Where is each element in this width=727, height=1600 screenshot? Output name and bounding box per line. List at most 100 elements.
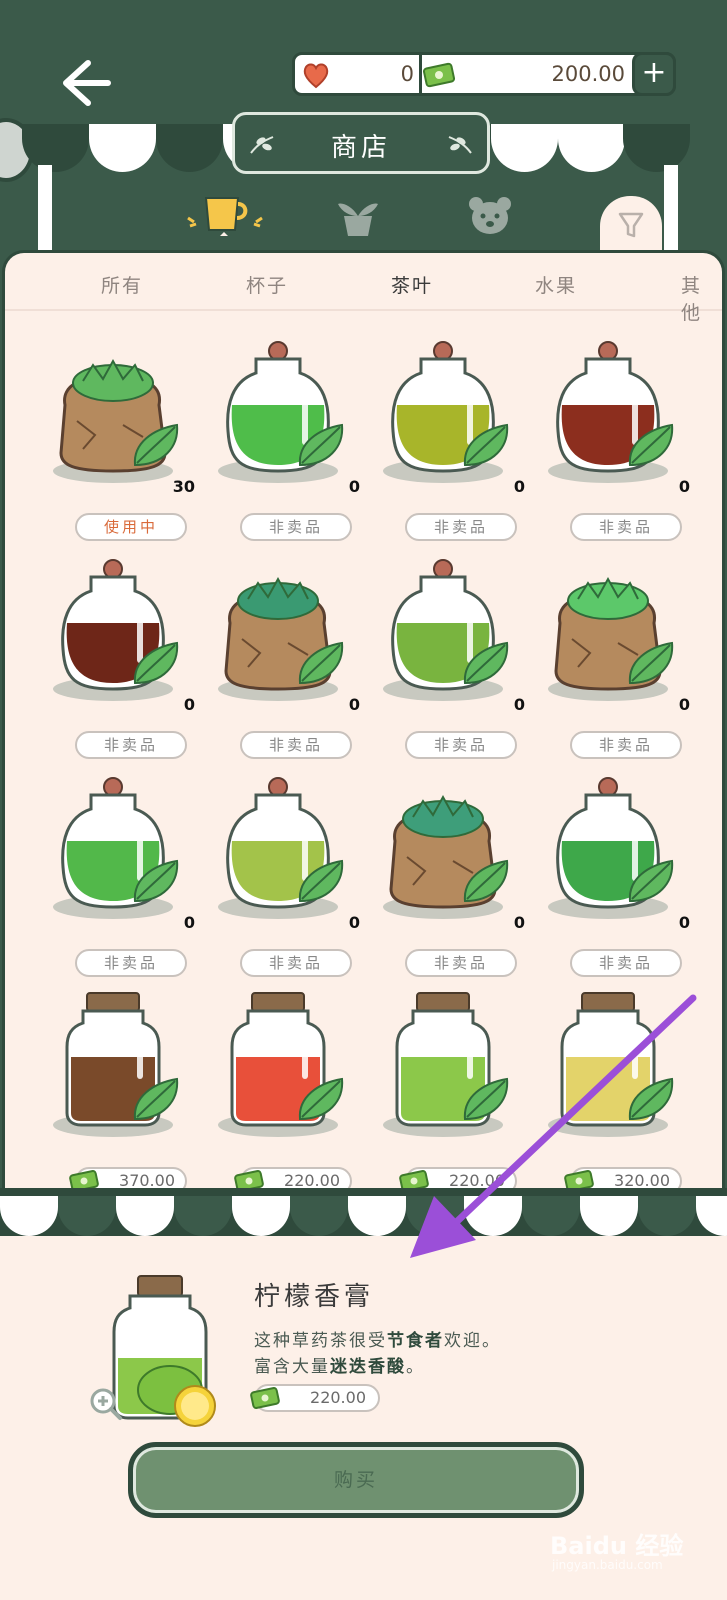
item-count: 0 — [678, 695, 690, 714]
money-count: 200.00 — [551, 62, 625, 86]
awning-stripe — [580, 1196, 638, 1236]
buy-button[interactable]: 购买 — [128, 1442, 584, 1518]
awning-stripe — [58, 1196, 116, 1236]
item-status-badge[interactable]: 非卖品 — [75, 731, 187, 759]
item-status-badge[interactable]: 非卖品 — [405, 731, 517, 759]
awning-stripe — [116, 1196, 174, 1236]
awning-stripe — [348, 1196, 406, 1236]
awning-stripe — [522, 1196, 580, 1236]
item-image — [218, 341, 344, 483]
heart-count: 0 — [400, 62, 414, 86]
money-icon — [250, 1387, 280, 1409]
item-count: 0 — [678, 477, 690, 496]
awning-stripe — [0, 1196, 58, 1236]
plant-category-icon[interactable] — [330, 192, 386, 240]
item-image — [548, 777, 674, 919]
shop-item[interactable]: 220.00 — [373, 979, 533, 1190]
item-status-badge[interactable]: 非卖品 — [240, 513, 352, 541]
item-status-badge[interactable]: 非卖品 — [240, 731, 352, 759]
awning-stripe — [290, 1196, 348, 1236]
item-count: 0 — [678, 913, 690, 932]
item-price-value: 220.00 — [310, 1388, 366, 1407]
shop-item[interactable]: 0 非卖品 — [43, 543, 203, 759]
awning-stripe — [406, 1196, 464, 1236]
tab-fruit[interactable]: 水果 — [535, 271, 577, 298]
shop-item[interactable]: 0 非卖品 — [373, 761, 533, 977]
tab-other[interactable]: 其他 — [681, 271, 722, 325]
money-icon — [423, 62, 455, 88]
item-price-value: 370.00 — [119, 1171, 175, 1190]
item-image — [383, 341, 509, 483]
awning-stripe — [638, 1196, 696, 1236]
item-price-tag[interactable]: 220.00 — [399, 1167, 517, 1190]
filter-icon — [618, 212, 644, 238]
money-icon — [399, 1170, 429, 1190]
tab-tea-leaves[interactable]: 茶叶 — [391, 271, 433, 298]
cup-category-icon[interactable] — [182, 192, 268, 240]
item-count: 0 — [348, 913, 360, 932]
shop-item[interactable]: 0 非卖品 — [43, 761, 203, 977]
shop-panel: 所有 杯子 茶叶 水果 其他 30 使用中 0 非卖品 0 非卖品 0 非卖品 0 非卖品 0 非卖品… — [2, 250, 725, 1190]
item-description: 这种草药茶很受节食者欢迎。 富含大量迷迭香酸。 — [254, 1328, 501, 1380]
item-status-badge[interactable]: 非卖品 — [570, 513, 682, 541]
item-price-tag[interactable]: 220.00 — [234, 1167, 352, 1190]
shop-header: 0 200.00 + 商店 — [0, 0, 727, 255]
item-status-badge[interactable]: 非卖品 — [405, 949, 517, 977]
filter-button[interactable] — [600, 196, 662, 254]
currency-divider — [419, 55, 422, 93]
shop-item[interactable]: 0 非卖品 — [373, 325, 533, 541]
shop-item[interactable]: 320.00 — [538, 979, 698, 1190]
item-image — [548, 576, 674, 701]
item-status-badge[interactable]: 非卖品 — [570, 949, 682, 977]
back-arrow-icon[interactable] — [58, 55, 114, 111]
shop-item[interactable]: 0 非卖品 — [538, 325, 698, 541]
item-name: 柠檬香膏 — [254, 1282, 375, 1312]
item-count: 0 — [183, 913, 195, 932]
item-image — [383, 559, 509, 701]
shop-item[interactable]: 30 使用中 — [43, 325, 203, 541]
shop-item[interactable]: 0 非卖品 — [208, 761, 368, 977]
currency-bar: 0 200.00 + — [292, 52, 676, 96]
right-post — [664, 165, 678, 251]
shop-item[interactable]: 0 非卖品 — [538, 543, 698, 759]
heart-icon — [303, 63, 329, 89]
shop-item[interactable]: 0 非卖品 — [373, 543, 533, 759]
item-image — [218, 576, 344, 701]
item-status-badge[interactable]: 非卖品 — [570, 731, 682, 759]
item-details: 柠檬香膏 这种草药茶很受节食者欢迎。 富含大量迷迭香酸。 220.00 购买 — [0, 1236, 727, 1600]
shop-item[interactable]: 0 非卖品 — [538, 761, 698, 977]
item-status-badge[interactable]: 使用中 — [75, 513, 187, 541]
awning-stripe — [232, 1196, 290, 1236]
item-count: 0 — [513, 913, 525, 932]
bear-category-icon[interactable] — [462, 192, 518, 240]
item-price-value: 320.00 — [614, 1171, 670, 1190]
item-status-badge[interactable]: 非卖品 — [75, 949, 187, 977]
item-image — [548, 341, 674, 483]
item-image — [383, 794, 509, 919]
shop-sign: 商店 — [232, 112, 490, 174]
shop-item[interactable]: 370.00 — [43, 979, 203, 1190]
tab-all[interactable]: 所有 — [101, 271, 143, 298]
item-price-tag[interactable]: 370.00 — [69, 1167, 187, 1190]
item-price: 220.00 — [250, 1384, 380, 1412]
item-price-tag[interactable]: 320.00 — [564, 1167, 682, 1190]
item-image — [548, 992, 674, 1137]
awning-stripe — [174, 1196, 232, 1236]
item-image — [218, 777, 344, 919]
shop-item[interactable]: 0 非卖品 — [208, 325, 368, 541]
item-status-badge[interactable]: 非卖品 — [405, 513, 517, 541]
shop-item[interactable]: 0 非卖品 — [208, 543, 368, 759]
awning-stripe — [464, 1196, 522, 1236]
zoom-icon[interactable] — [88, 1386, 124, 1422]
tab-cups[interactable]: 杯子 — [246, 271, 288, 298]
description-line-1: 这种草药茶很受节食者欢迎。 — [254, 1331, 501, 1351]
item-count: 0 — [348, 477, 360, 496]
subtab-bar: 所有 杯子 茶叶 水果 其他 — [5, 253, 722, 324]
item-status-badge[interactable]: 非卖品 — [240, 949, 352, 977]
add-money-button[interactable]: + — [632, 52, 676, 96]
money-icon — [69, 1170, 99, 1190]
awning-stripe — [696, 1196, 727, 1236]
item-count: 30 — [172, 477, 195, 496]
item-count: 0 — [513, 477, 525, 496]
shop-item[interactable]: 220.00 — [208, 979, 368, 1190]
